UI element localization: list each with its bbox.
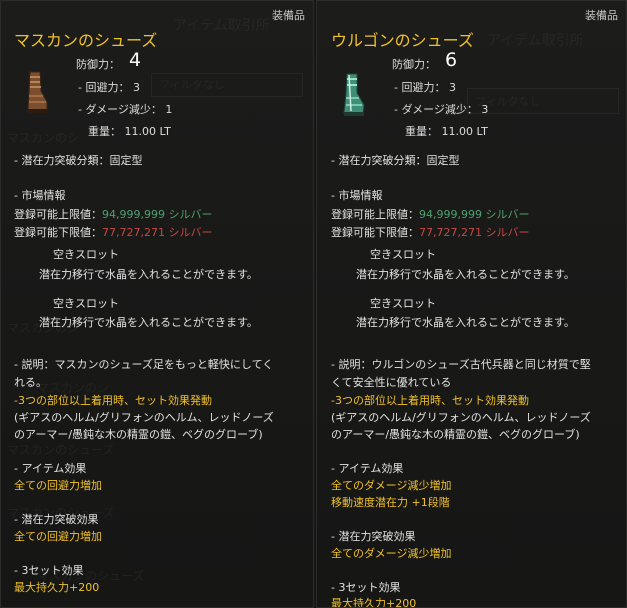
set-parts-line: のアーマー/愚鈍な木の精霊の鎧、ベグのグローブ) [14,428,263,441]
crystal-slot-title: 空きスロット [53,248,119,261]
ghost-list-item: マスカンのシ [7,131,80,145]
weight-stat: 重量： 11.00 LT [88,125,171,138]
item-effect-header: - アイテム効果 [331,462,404,475]
item-name: マスカンのシューズ [14,31,158,50]
market-max-label: 登録可能上限値： [14,208,102,221]
defense-value: 6 [445,49,458,71]
breakthrough-effect-header: - 潜在力突破効果 [331,530,416,543]
ghost-exchange-title: アイテム取引所 [173,18,270,34]
crystal-slot-desc: 潜在力移行で水晶を入れることができます。 [39,268,258,281]
description-line: - 説明：ウルゴンのシューズ古代兵器と同じ材質で堅 [331,358,591,371]
crystal-slot-desc: 潜在力移行で水晶を入れることができます。 [356,268,575,281]
crystal-slot-title: 空きスロット [370,248,436,261]
set-effect-header: - 3セット効果 [331,581,401,594]
market-max-value: 94,999,999 シルバー [102,208,213,221]
defense-value: 4 [129,49,142,71]
item-effect: 全てのダメージ減少増加 [331,479,452,492]
breakthrough-type: - 潜在力突破分類：固定型 [14,154,143,167]
crystal-slot-desc: 潜在力移行で水晶を入れることができます。 [356,316,575,329]
crystal-slot-desc: 潜在力移行で水晶を入れることができます。 [39,316,258,329]
damage-reduction-stat: - ダメージ減少： 3 [394,103,489,116]
crystal-slot-title: 空きスロット [53,297,119,310]
item-name: ウルゴンのシューズ [331,31,474,50]
damage-reduction-stat: - ダメージ減少： 1 [78,103,173,116]
ghost-filter-label: フィルタなし [159,78,225,91]
market-max-row: 登録可能上限値：94,999,999 シルバー [331,206,529,222]
market-min-value: 77,727,271 シルバー [419,226,530,239]
evasion-stat: - 回避力： 3 [394,81,456,94]
breakthrough-effect: 全ての回避力増加 [14,530,102,543]
jade-boots-icon [337,71,367,122]
market-header: - 市場情報 [331,189,383,202]
crystal-slot-title: 空きスロット [370,297,436,310]
market-min-label: 登録可能下限値： [331,226,419,239]
description-line: - 説明：マスカンのシューズ足をもっと軽快にしてく [14,358,274,371]
ghost-exchange-title: アイテム取引所 [487,33,584,49]
market-min-value: 77,727,271 シルバー [102,226,213,239]
leather-boots-icon [21,69,51,120]
item-tooltip-left: アイテム取引所 フィルタなし マスカンのシ マスカンのシ マスカンのシ マスカン… [0,0,314,608]
set-parts-line: のアーマー/愚鈍な木の精霊の鎧、ベグのグローブ) [331,428,580,441]
market-min-row: 登録可能下限値：77,727,271 シルバー [331,224,529,240]
item-effect: 移動速度潜在力 +1段階 [331,496,450,509]
market-min-row: 登録可能下限値：77,727,271 シルバー [14,224,212,240]
breakthrough-effect: 全てのダメージ減少増加 [331,547,452,560]
market-max-value: 94,999,999 シルバー [419,208,530,221]
weight-stat: 重量： 11.00 LT [405,125,488,138]
market-max-row: 登録可能上限値：94,999,999 シルバー [14,206,212,222]
market-max-label: 登録可能上限値： [331,208,419,221]
item-category: 装備品 [272,9,305,22]
set-effect: 最大持久力+200 [331,597,417,608]
evasion-stat: - 回避力： 3 [78,81,140,94]
set-requirement: -3つの部位以上着用時、セット効果発動 [14,394,212,407]
set-effect-header: - 3セット効果 [14,564,84,577]
ghost-list-item: マスカンのシューズ [7,443,115,457]
breakthrough-effect-header: - 潜在力突破効果 [14,513,99,526]
set-parts-line: (ギアスのヘルム/グリフォンのヘルム、レッドノーズ [14,411,274,424]
description-line: くて安全性に優れている [331,376,452,389]
market-min-label: 登録可能下限値： [14,226,102,239]
set-requirement: -3つの部位以上着用時、セット効果発動 [331,394,529,407]
item-effect-header: - アイテム効果 [14,462,87,475]
market-header: - 市場情報 [14,189,66,202]
set-effect: 最大持久力+200 [14,581,100,594]
set-parts-line: (ギアスのヘルム/グリフォンのヘルム、レッドノーズ [331,411,591,424]
item-category: 装備品 [585,9,618,22]
item-effect: 全ての回避力増加 [14,479,102,492]
breakthrough-type: - 潜在力突破分類：固定型 [331,154,460,167]
description-line: れる。 [14,376,47,389]
item-tooltip-right: アイテム取引所 フィルタなし 装備品 ウルゴンのシューズ 防御力： 6 - 回避… [316,0,627,608]
defense-label: 防御力： [392,58,436,71]
defense-label: 防御力： [76,58,120,71]
